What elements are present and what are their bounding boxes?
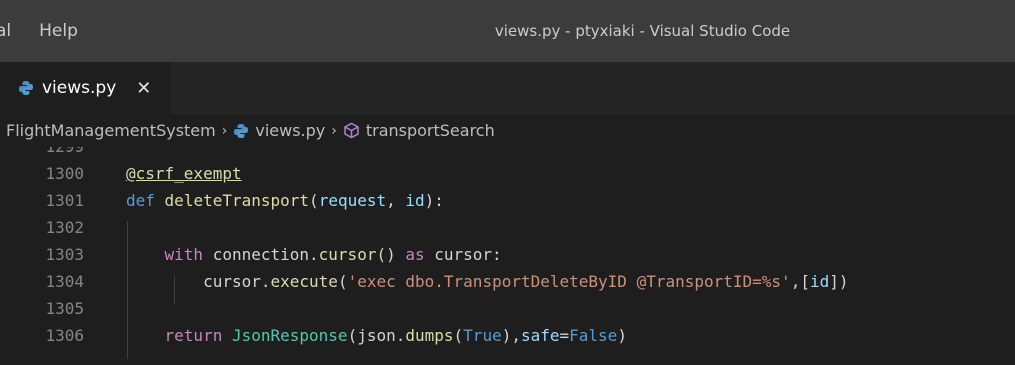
- line-number: 1306: [45, 326, 84, 345]
- breadcrumb-file[interactable]: views.py: [255, 121, 325, 140]
- punct: (: [309, 191, 319, 210]
- punct: ]): [829, 272, 849, 291]
- code-text: cursor.: [203, 272, 271, 291]
- punct: ,[: [790, 272, 810, 291]
- menu-bar: al Help: [0, 0, 92, 62]
- keyword: as: [405, 245, 425, 264]
- function-name: dumps: [405, 326, 454, 345]
- param: safe: [520, 326, 560, 345]
- code-line: 1303 with connection.cursor() as cursor:: [0, 241, 502, 268]
- line-number: 1303: [45, 245, 84, 264]
- chevron-right-icon: ›: [331, 122, 337, 139]
- punct: ): [617, 326, 627, 345]
- punct: (: [337, 272, 348, 291]
- line-number: 1302: [45, 218, 84, 237]
- line-number: 1300: [45, 164, 84, 183]
- code-line: 1300 @csrf_exempt: [0, 160, 242, 187]
- function-name: cursor: [318, 245, 377, 264]
- code-line: 1304 cursor.execute('exec dbo.TransportD…: [0, 268, 848, 295]
- line-number: 1304: [45, 272, 84, 291]
- punct: (: [453, 326, 464, 345]
- function-name: execute: [270, 272, 338, 291]
- method-cube-icon: [343, 122, 360, 139]
- punct: (): [376, 245, 406, 264]
- param: id: [809, 272, 830, 291]
- code-line: 1299: [0, 147, 126, 160]
- keyword: def: [126, 191, 155, 210]
- class-name: JsonResponse: [231, 326, 348, 345]
- python-file-icon: [18, 80, 34, 96]
- menu-item-help[interactable]: Help: [25, 0, 92, 62]
- python-file-icon: [233, 123, 249, 139]
- window-title: views.py - ptyxiaki - Visual Studio Code: [494, 22, 791, 40]
- line-number: 1301: [45, 191, 84, 210]
- param: request: [318, 191, 387, 210]
- keyword: return: [164, 326, 223, 345]
- constant: True: [463, 326, 502, 345]
- decorator: @csrf_exempt: [126, 164, 242, 183]
- menu-item-terminal[interactable]: al: [0, 0, 25, 62]
- tab-label: views.py: [42, 78, 117, 98]
- code-line: 1305: [0, 295, 126, 322]
- breadcrumb: FlightManagementSystem › views.py › tran…: [0, 114, 1015, 147]
- tab-bar: views.py ✕: [0, 62, 1015, 114]
- function-name: deleteTransport: [164, 191, 310, 210]
- code-text: cursor:: [424, 245, 502, 264]
- chevron-right-icon: ›: [221, 122, 228, 139]
- string-literal: 'exec dbo.TransportDeleteByID @Transport…: [347, 272, 791, 291]
- param: id: [405, 191, 425, 210]
- tab-views-py[interactable]: views.py ✕: [0, 62, 172, 114]
- punct: ,: [386, 191, 406, 210]
- code-line: 1301 def deleteTransport(request, id):: [0, 187, 444, 214]
- close-icon[interactable]: ✕: [136, 78, 151, 99]
- code-text: connection.: [203, 245, 319, 264]
- constant: False: [569, 326, 618, 345]
- keyword: with: [164, 245, 204, 264]
- breadcrumb-folder[interactable]: FlightManagementSystem: [6, 121, 216, 140]
- punct: =: [559, 326, 570, 345]
- title-bar: al Help views.py - ptyxiaki - Visual Stu…: [0, 0, 1015, 62]
- breadcrumb-symbol[interactable]: transportSearch: [366, 121, 495, 140]
- punct: ):: [424, 191, 444, 210]
- code-text: (json.: [347, 326, 406, 345]
- code-line: 1302: [0, 214, 126, 241]
- punct: ),: [501, 326, 521, 345]
- code-line: 1306 return JsonResponse(json.dumps(True…: [0, 322, 627, 349]
- code-editor[interactable]: 1299 1300 @csrf_exempt 1301 def deleteTr…: [0, 147, 1015, 365]
- line-number: 1299: [0, 147, 88, 156]
- line-number: 1305: [45, 299, 84, 318]
